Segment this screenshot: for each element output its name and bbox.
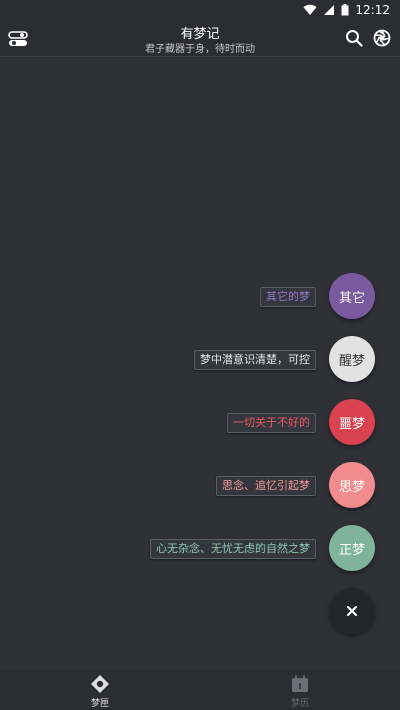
close-icon: [347, 606, 357, 616]
dream-box-icon: [91, 675, 109, 693]
fab-label-lucid[interactable]: 梦中潜意识清楚，可控: [194, 350, 316, 370]
bottom-nav: 梦匣 梦历: [0, 670, 400, 710]
fab-item-thought: 思念、追忆引起梦 思梦: [0, 462, 400, 512]
nightmare-button[interactable]: 噩梦: [329, 399, 375, 445]
fab-label-other[interactable]: 其它的梦: [260, 287, 316, 307]
fab-label-thought[interactable]: 思念、追忆引起梦: [216, 476, 316, 496]
aperture-button[interactable]: [370, 26, 394, 50]
other-dream-button[interactable]: 其它: [329, 273, 375, 319]
aperture-icon: [373, 29, 391, 47]
nav-tab-dream-box[interactable]: 梦匣: [50, 670, 150, 710]
thought-dream-button[interactable]: 思梦: [329, 462, 375, 508]
nav-label-calendar: 梦历: [290, 699, 309, 709]
nav-label-dream-box: 梦匣: [90, 699, 109, 709]
search-button[interactable]: [342, 26, 366, 50]
search-icon: [346, 30, 363, 47]
fab-label-nightmare[interactable]: 一切关于不好的: [227, 413, 316, 433]
fab-item-lucid: 梦中潜意识清楚，可控 醒梦: [0, 336, 400, 386]
fab-label-normal[interactable]: 心无杂念、无忧无虑的自然之梦: [150, 539, 316, 559]
close-fab-button[interactable]: [329, 588, 375, 634]
page-subtitle: 君子藏器于身，待时而动: [145, 44, 255, 55]
nav-tab-calendar[interactable]: 梦历: [250, 670, 350, 710]
status-bar: 12:12: [0, 0, 400, 20]
app-bar: 有梦记 君子藏器于身，待时而动: [0, 20, 400, 57]
status-indicators: 12:12: [303, 3, 390, 17]
battery-icon: [341, 4, 349, 16]
signal-icon: [324, 5, 335, 15]
wifi-icon: [303, 4, 317, 16]
status-time: 12:12: [355, 3, 390, 17]
fab-item-other: 其它的梦 其它: [0, 273, 400, 323]
fab-item-nightmare: 一切关于不好的 噩梦: [0, 399, 400, 449]
lucid-dream-button[interactable]: 醒梦: [329, 336, 375, 382]
fab-item-normal: 心无杂念、无忧无虑的自然之梦 正梦: [0, 525, 400, 575]
calendar-icon: [292, 675, 308, 692]
normal-dream-button[interactable]: 正梦: [329, 525, 375, 571]
